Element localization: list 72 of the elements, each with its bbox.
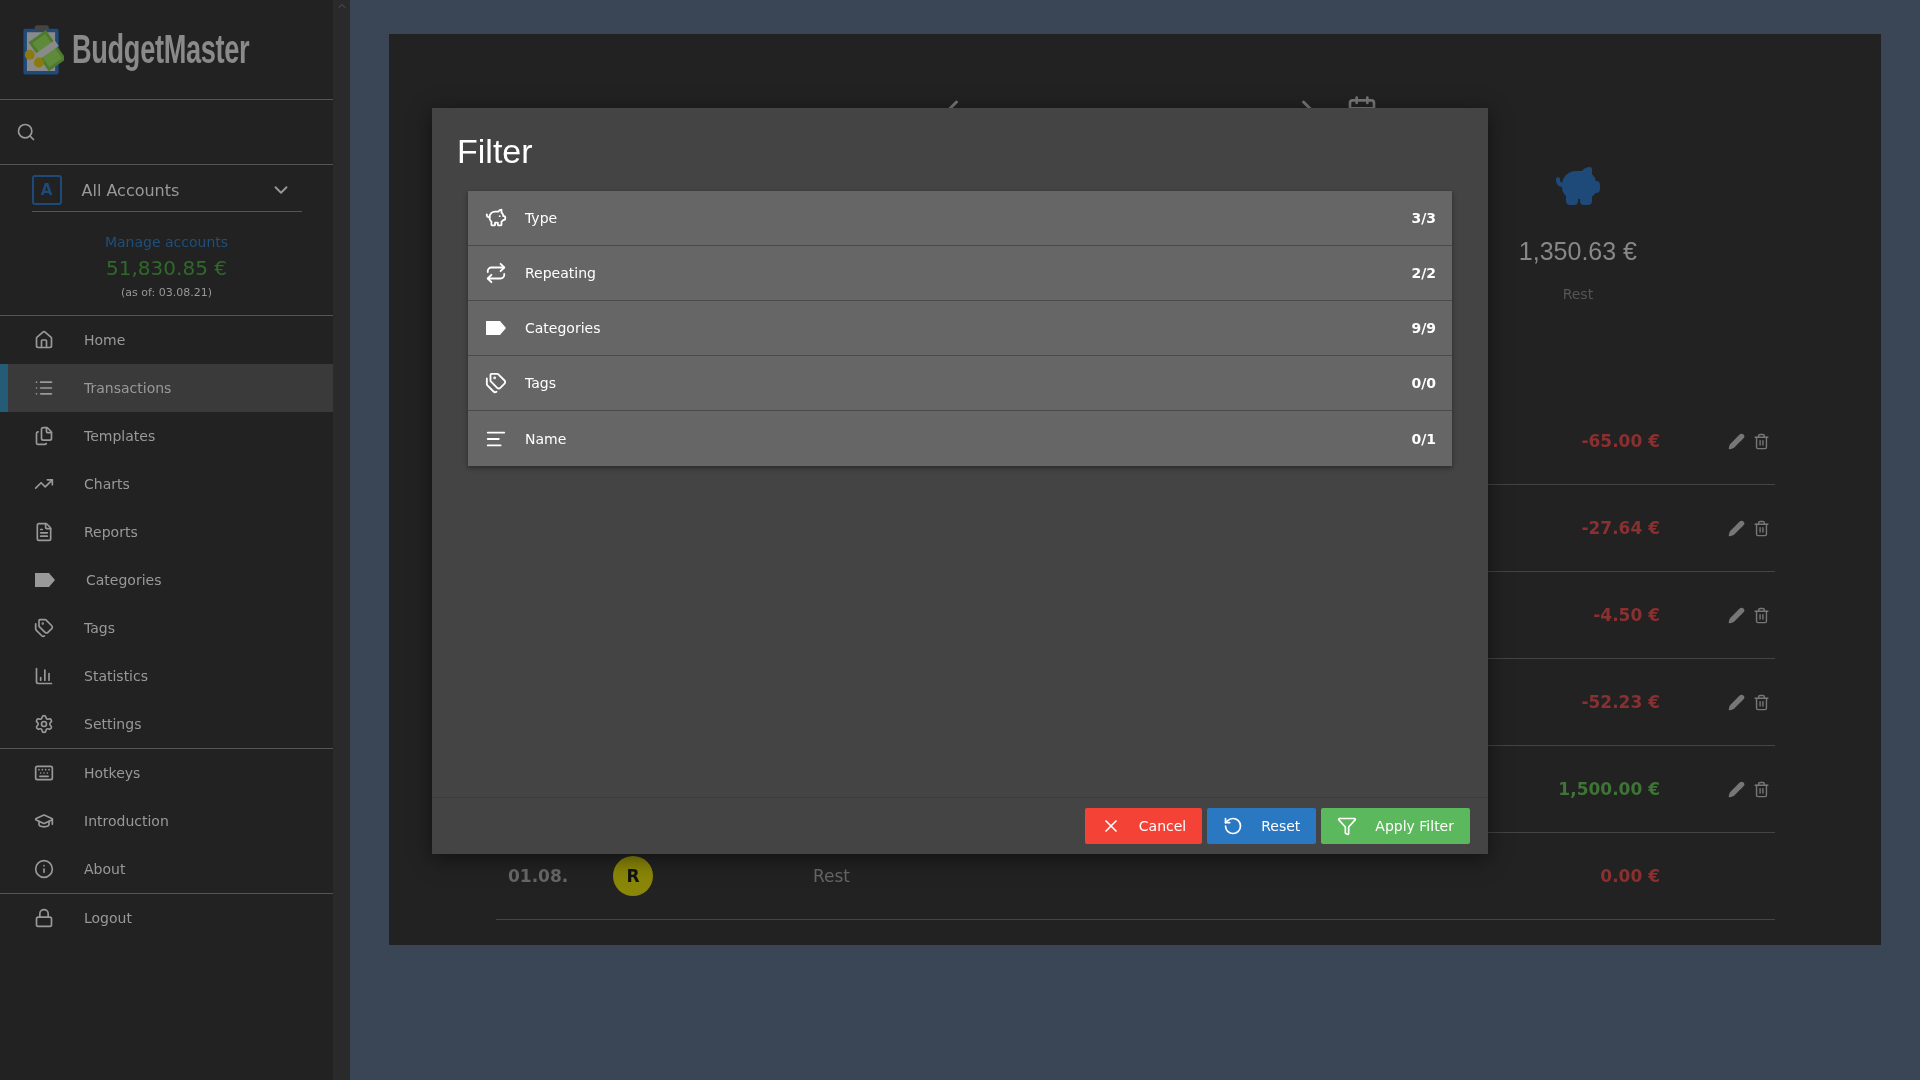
rest-amount: 1,350.63 € (1518, 237, 1637, 266)
account-select[interactable]: A All Accounts (31, 175, 302, 212)
transaction-date: 01.08. (508, 866, 570, 886)
brand-name: BudgetMaster (72, 27, 250, 72)
filter-count: 2/2 (1411, 265, 1436, 281)
reset-button[interactable]: Reset (1207, 808, 1317, 844)
edit-icon[interactable] (1728, 432, 1745, 450)
filter-row-icon (485, 262, 507, 284)
transaction-amount: -27.64 € (1580, 518, 1660, 538)
nav-icon (34, 330, 54, 350)
nav-item[interactable]: Logout (0, 894, 333, 942)
nav-item[interactable]: Hotkeys (0, 749, 333, 797)
nav-icon (34, 378, 54, 398)
account-balance: 51,830.85 € (106, 256, 227, 280)
transaction-amount: 0.00 € (1599, 866, 1660, 886)
filter-row-icon (485, 207, 507, 229)
reset-icon (1223, 816, 1244, 836)
dialog-title: Filter (457, 132, 534, 171)
filter-row-icon (485, 372, 507, 394)
filter-row[interactable]: Repeating 2/2 (468, 246, 1452, 301)
cancel-button[interactable]: Cancel (1084, 808, 1203, 844)
nav-item[interactable]: Home (0, 316, 333, 364)
edit-icon[interactable] (1728, 519, 1745, 537)
transaction-amount: -65.00 € (1580, 431, 1660, 451)
delete-icon[interactable] (1753, 780, 1770, 798)
nav-icon (34, 859, 54, 879)
nav-icon (34, 811, 54, 831)
filter-row[interactable]: Categories 9/9 (468, 301, 1452, 356)
search-icon[interactable] (16, 122, 36, 142)
nav-item[interactable]: Settings (0, 700, 333, 748)
nav-icon (34, 522, 54, 542)
label-icon (34, 572, 56, 588)
filter-count: 0/0 (1411, 375, 1436, 391)
balance-date: (as of: 03.08.21) (121, 286, 212, 299)
transaction-amount: -52.23 € (1580, 692, 1660, 712)
category-badge: R (613, 856, 653, 896)
nav-item[interactable]: Reports (0, 508, 333, 556)
filter-row[interactable]: Type 3/3 (468, 191, 1452, 246)
edit-icon[interactable] (1728, 606, 1745, 624)
transaction-name: Rest (813, 866, 852, 886)
filter-row[interactable]: Name 0/1 (468, 411, 1452, 466)
filter-count: 0/1 (1411, 430, 1436, 447)
nav-item[interactable]: Templates (0, 412, 333, 460)
nav-icon (34, 763, 54, 783)
nav-icon (34, 426, 54, 446)
nav-item[interactable]: About (0, 845, 333, 893)
delete-icon[interactable] (1753, 432, 1770, 450)
nav-item[interactable]: Categories (0, 556, 333, 604)
filter-row[interactable]: Tags 0/0 (468, 356, 1452, 411)
transaction-amount: -4.50 € (1592, 605, 1660, 625)
nav-item[interactable]: Statistics (0, 652, 333, 700)
nav-icon (34, 618, 54, 638)
account-badge: A (31, 175, 62, 205)
nav-icon (34, 666, 54, 686)
edit-icon[interactable] (1728, 780, 1745, 798)
delete-icon[interactable] (1753, 693, 1770, 711)
scrollbar[interactable] (333, 0, 350, 1080)
nav-item[interactable]: Introduction (0, 797, 333, 845)
account-name: All Accounts (81, 180, 181, 200)
nav-item[interactable]: Tags (0, 604, 333, 652)
filter-count: 3/3 (1411, 210, 1436, 226)
filter-count: 9/9 (1411, 320, 1436, 336)
nav-item[interactable]: Charts (0, 460, 333, 508)
label-icon (485, 320, 507, 336)
nav-item[interactable]: Transactions (0, 364, 333, 412)
filter-icon (1337, 816, 1358, 836)
transaction-amount: 1,500.00 € (1557, 779, 1660, 799)
nav-icon (34, 908, 54, 928)
edit-icon[interactable] (1728, 693, 1745, 711)
delete-icon[interactable] (1753, 519, 1770, 537)
nav-icon (34, 714, 54, 734)
delete-icon[interactable] (1753, 606, 1770, 624)
